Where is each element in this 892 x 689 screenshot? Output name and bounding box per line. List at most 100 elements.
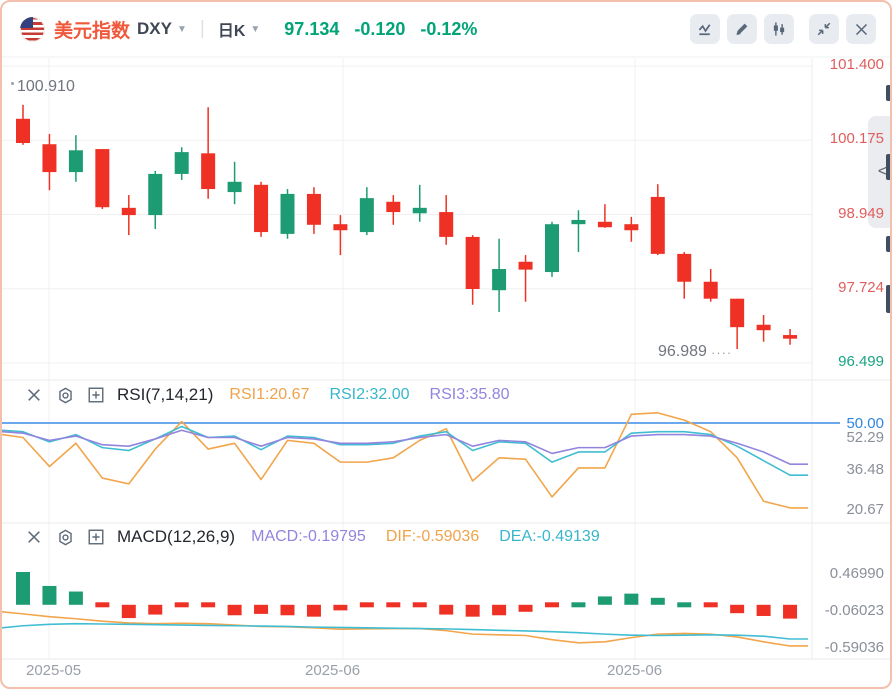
candle-body bbox=[757, 325, 771, 330]
draw-button[interactable] bbox=[727, 14, 757, 44]
chart-header: 美元指数 DXY ▼ | 日K ▼ 97.134 -0.120 -0.12% bbox=[20, 11, 876, 47]
price-axis-label: 96.499 bbox=[838, 352, 884, 372]
macd-header: MACD(12,26,9) MACD:-0.19795 DIF:-0.59036… bbox=[24, 527, 620, 547]
macd-histogram-bar bbox=[254, 605, 268, 614]
macd-histogram-bar bbox=[651, 598, 665, 605]
date-axis-label: 2025-06 bbox=[607, 662, 662, 679]
close-icon bbox=[26, 387, 42, 403]
symbol-name: 美元指数 bbox=[54, 16, 130, 43]
macd-add-button[interactable] bbox=[86, 527, 106, 547]
macd-histogram-bar bbox=[571, 602, 585, 607]
rsi-axis-label: 36.48 bbox=[846, 460, 884, 480]
background-artifact bbox=[886, 236, 891, 252]
draw-icon bbox=[734, 21, 750, 37]
macd-title: MACD(12,26,9) bbox=[117, 527, 235, 547]
last-price: 97.134 bbox=[284, 19, 339, 40]
candle-body bbox=[281, 194, 295, 234]
price-axis-label: 100.175 bbox=[830, 129, 884, 149]
high-annotation: 100.910 bbox=[11, 78, 75, 96]
high-marker-dot bbox=[11, 82, 14, 85]
macd-axis-label: -0.06023 bbox=[825, 601, 884, 621]
low-annotation: 96.989 ···· bbox=[658, 343, 732, 361]
macd-histogram-bar bbox=[69, 592, 83, 605]
macd-axis-label: -0.59036 bbox=[825, 638, 884, 658]
macd-settings-button[interactable] bbox=[55, 527, 75, 547]
candle-body bbox=[360, 198, 374, 232]
candle-body bbox=[677, 254, 691, 282]
macd-histogram-bar bbox=[175, 602, 189, 607]
chevron-down-icon: ▼ bbox=[177, 24, 187, 35]
candle-body bbox=[730, 299, 744, 327]
candle-body bbox=[598, 222, 612, 227]
gear-icon bbox=[56, 386, 75, 405]
candle-body bbox=[42, 144, 56, 172]
macd-histogram-bar bbox=[228, 605, 242, 615]
period-selector[interactable]: 日K ▼ bbox=[218, 17, 260, 41]
price-axis-label: 101.400 bbox=[830, 55, 884, 75]
symbol-selector[interactable]: DXY ▼ bbox=[130, 19, 187, 39]
candle-body bbox=[148, 174, 162, 215]
price-axis-label: 97.724 bbox=[838, 278, 884, 298]
chart-plot-area[interactable] bbox=[2, 2, 892, 689]
date-axis-label: 2025-05 bbox=[26, 662, 81, 679]
candle-body bbox=[95, 149, 109, 207]
macd-close-button[interactable] bbox=[24, 527, 44, 547]
macd-histogram-bar bbox=[201, 602, 215, 607]
macd-histogram-bar bbox=[598, 596, 612, 604]
candlestick-icon bbox=[771, 21, 787, 37]
macd-histogram-bar bbox=[492, 605, 506, 615]
macd-histogram-bar bbox=[307, 605, 321, 617]
rsi1-value: RSI1:20.67 bbox=[229, 386, 309, 404]
rsi-add-button[interactable] bbox=[86, 385, 106, 405]
candle-body bbox=[228, 182, 242, 192]
candle-body bbox=[69, 150, 83, 172]
macd-histogram-bar bbox=[42, 586, 56, 605]
candle-body bbox=[439, 212, 453, 237]
candle-body bbox=[413, 208, 427, 213]
candle-body bbox=[545, 224, 559, 272]
macd-histogram-bar bbox=[677, 602, 691, 607]
rsi2-value: RSI2:32.00 bbox=[329, 386, 409, 404]
background-artifact bbox=[886, 85, 891, 101]
dif-value: DIF:-0.59036 bbox=[386, 528, 479, 546]
candle-body bbox=[571, 220, 585, 224]
candlestick-style-button[interactable] bbox=[764, 14, 794, 44]
price-change: -0.120 bbox=[354, 19, 405, 40]
rsi-axis-label: 20.67 bbox=[846, 500, 884, 520]
us-flag-icon bbox=[20, 17, 45, 42]
macd-histogram-bar bbox=[95, 602, 109, 607]
chart-widget: 美元指数 DXY ▼ | 日K ▼ 97.134 -0.120 -0.12% bbox=[0, 0, 892, 689]
collapse-chart-button[interactable] bbox=[809, 14, 839, 44]
background-artifact bbox=[886, 154, 891, 180]
candle-body bbox=[175, 152, 189, 174]
macd-histogram-bar bbox=[783, 605, 797, 619]
macd-histogram-bar bbox=[148, 605, 162, 615]
macd-histogram-bar bbox=[413, 602, 427, 607]
candle-body bbox=[16, 119, 30, 143]
rsi-settings-button[interactable] bbox=[55, 385, 75, 405]
rsi-ref-label: 50.00 bbox=[846, 414, 884, 434]
line-chart-button[interactable] bbox=[690, 14, 720, 44]
macd-histogram-bar bbox=[730, 605, 744, 613]
candle-body bbox=[624, 224, 638, 230]
candle-body bbox=[519, 262, 533, 270]
rsi-close-button[interactable] bbox=[24, 385, 44, 405]
price-group: 97.134 -0.120 -0.12% bbox=[284, 19, 477, 40]
gear-icon bbox=[56, 528, 75, 547]
dea-line bbox=[2, 624, 808, 639]
rsi-title: RSI(7,14,21) bbox=[117, 385, 213, 405]
candle-body bbox=[386, 202, 400, 212]
macd-value: MACD:-0.19795 bbox=[251, 528, 366, 546]
candle-body bbox=[307, 194, 321, 225]
macd-histogram-bar bbox=[386, 602, 400, 607]
candle-body bbox=[333, 224, 347, 230]
close-chart-button[interactable] bbox=[846, 14, 876, 44]
macd-histogram-bar bbox=[624, 594, 638, 605]
macd-histogram-bar bbox=[439, 605, 453, 615]
macd-histogram-bar bbox=[333, 605, 347, 611]
price-change-pct: -0.12% bbox=[420, 19, 477, 40]
period-label: 日K bbox=[218, 17, 246, 41]
chevron-down-icon: ▼ bbox=[250, 24, 260, 35]
macd-axis-label: 0.46990 bbox=[830, 564, 884, 584]
macd-histogram-bar bbox=[16, 572, 30, 605]
